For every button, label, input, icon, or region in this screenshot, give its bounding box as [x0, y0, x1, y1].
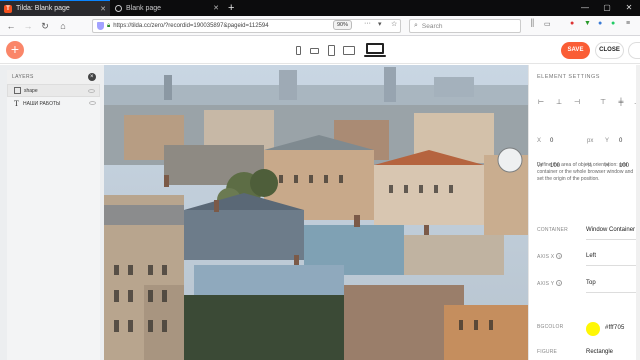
bgcolor-setting[interactable]: BGCOLOR #fff705 — [537, 322, 640, 336]
alignment-toolbar: ⊢ ⊥ ⊣ ⊤ ╪ ⊥ — [537, 98, 640, 108]
back-arrow-icon[interactable]: ← — [4, 19, 18, 33]
tab-tilda-blank-page[interactable]: T Tilda: Blank page ✕ — [0, 0, 110, 16]
x-unit[interactable]: px — [587, 136, 593, 146]
account-extension-icon[interactable]: ● — [598, 20, 602, 27]
library-icon[interactable]: ║ — [530, 20, 535, 27]
y-label: Y — [605, 138, 610, 144]
position-row: X 0 px Y 0 — [537, 136, 640, 146]
figure-select[interactable]: Rectangle — [586, 349, 613, 355]
container-setting[interactable]: CONTAINER Window Container — [537, 227, 640, 240]
layers-panel-header: LAYERS × — [7, 70, 100, 84]
layers-close-icon[interactable]: × — [88, 73, 96, 81]
bookmark-star-icon[interactable]: ☆ — [391, 20, 397, 28]
device-mobile-landscape-icon[interactable] — [310, 48, 319, 54]
adblock-extension-icon[interactable]: ● — [570, 20, 574, 27]
container-label: CONTAINER — [537, 227, 568, 233]
axis-y-setting[interactable]: AXIS Y? Top — [537, 280, 640, 293]
tab-title: Blank page — [126, 4, 162, 12]
maximize-button[interactable]: ▢ — [596, 0, 618, 16]
reload-icon[interactable]: ↻ — [38, 19, 52, 33]
shape-layer-icon — [14, 87, 21, 94]
figure-setting[interactable]: FIGURE Rectangle — [537, 349, 640, 360]
help-icon[interactable]: ? — [556, 253, 563, 259]
tab-title: Tilda: Blank page — [16, 5, 70, 12]
browser-nav-bar: ← → ↻ ⌂ 🔒︎ https://tilda.cc/zero/?record… — [0, 16, 640, 36]
visibility-eye-icon[interactable] — [88, 89, 95, 93]
chat-extension-icon[interactable]: ● — [611, 20, 615, 27]
zoom-level-badge[interactable]: 90% — [333, 20, 353, 30]
bgcolor-value[interactable]: #fff705 — [605, 325, 625, 331]
lock-icon[interactable]: 🔒︎ — [107, 23, 110, 30]
window-close-button[interactable]: ✕ — [618, 0, 640, 16]
layer-label: shape — [24, 87, 38, 94]
axis-x-select[interactable]: Left — [586, 253, 596, 259]
page-actions-icon[interactable]: ··· — [364, 20, 371, 27]
minimize-button[interactable]: — — [574, 0, 596, 16]
align-right-icon[interactable]: ⊣ — [573, 98, 581, 108]
city-rooftops-photo[interactable] — [104, 65, 528, 360]
editor-canvas[interactable]: LAYERS × shape T НАШИ РАБОТЫ ELEMENT SET… — [0, 65, 640, 360]
tilda-editor-toolbar: + SAVE CLOSE — [0, 37, 640, 64]
figure-label: FIGURE — [537, 349, 558, 355]
shield-extension-icon[interactable]: ▼ — [584, 20, 591, 27]
device-mobile-portrait-icon[interactable] — [296, 46, 301, 55]
container-select[interactable]: Window Container — [586, 227, 635, 233]
add-element-button[interactable]: + — [6, 41, 24, 59]
container-description: Define the area of object orientation: g… — [537, 162, 634, 182]
divider — [586, 292, 640, 293]
tracking-shield-icon[interactable] — [97, 22, 104, 30]
bgcolor-swatch[interactable] — [586, 322, 600, 336]
align-center-h-icon[interactable]: ⊥ — [555, 98, 563, 108]
settings-scrollbar[interactable] — [636, 65, 640, 360]
axis-y-label: AXIS Y — [537, 281, 555, 287]
layers-title: LAYERS — [12, 74, 34, 80]
visibility-eye-icon[interactable] — [89, 101, 96, 105]
device-tablet-landscape-icon[interactable] — [343, 46, 355, 55]
text-layer-icon: T — [14, 99, 19, 108]
help-icon[interactable]: ? — [556, 280, 563, 286]
align-middle-v-icon[interactable]: ╪ — [617, 98, 625, 108]
layers-panel: LAYERS × shape T НАШИ РАБОТЫ — [7, 70, 100, 360]
layer-item-shape[interactable]: shape — [7, 84, 100, 97]
search-placeholder: Search — [421, 22, 443, 30]
bgcolor-label: BGCOLOR — [537, 324, 564, 330]
save-button[interactable]: SAVE — [561, 42, 590, 59]
forward-arrow-icon[interactable]: → — [21, 19, 35, 33]
url-bar[interactable]: 🔒︎ https://tilda.cc/zero/?recordid=19003… — [92, 19, 401, 33]
divider — [586, 265, 640, 266]
tilda-favicon-icon: T — [4, 4, 12, 13]
settings-title: ELEMENT SETTINGS — [537, 74, 600, 80]
x-label: X — [537, 138, 542, 144]
pocket-icon[interactable]: ▾ — [378, 20, 382, 28]
element-settings-panel: ELEMENT SETTINGS ⊢ ⊥ ⊣ ⊤ ╪ ⊥ X 0 px Y 0 … — [528, 65, 640, 360]
axis-x-setting[interactable]: AXIS X? Left — [537, 253, 640, 266]
new-tab-button[interactable]: + — [228, 1, 234, 15]
menu-hamburger-icon[interactable]: ≡ — [626, 20, 630, 27]
axis-x-label: AXIS X — [537, 254, 555, 260]
globe-favicon-icon — [115, 4, 122, 12]
divider — [586, 239, 640, 240]
y-input[interactable]: 0 — [619, 136, 622, 146]
url-text: https://tilda.cc/zero/?recordid=19003589… — [113, 23, 269, 29]
axis-y-select[interactable]: Top — [586, 280, 596, 286]
city-rooftops-image — [104, 65, 528, 360]
close-button[interactable]: CLOSE — [595, 42, 624, 59]
device-desktop-base — [364, 55, 386, 57]
sidebar-icon[interactable]: ▭ — [544, 20, 551, 28]
layer-label: НАШИ РАБОТЫ — [23, 100, 61, 107]
align-left-icon[interactable]: ⊢ — [537, 98, 545, 108]
device-tablet-portrait-icon[interactable] — [328, 45, 335, 56]
search-input[interactable]: ⌕ Search — [409, 19, 521, 33]
x-input[interactable]: 0 — [550, 136, 553, 146]
browser-tab-strip: T Tilda: Blank page ✕ Blank page ✕ + — ▢… — [0, 0, 640, 16]
layer-item-text[interactable]: T НАШИ РАБОТЫ — [7, 97, 100, 110]
tab-close-icon[interactable]: ✕ — [100, 5, 106, 13]
search-icon: ⌕ — [414, 22, 418, 29]
align-top-icon[interactable]: ⊤ — [599, 98, 607, 108]
tab-close-icon[interactable]: ✕ — [213, 4, 219, 12]
more-button[interactable] — [628, 42, 640, 59]
device-desktop-icon[interactable] — [366, 43, 384, 54]
tab-blank-page[interactable]: Blank page ✕ — [111, 0, 223, 16]
home-icon[interactable]: ⌂ — [56, 19, 70, 33]
